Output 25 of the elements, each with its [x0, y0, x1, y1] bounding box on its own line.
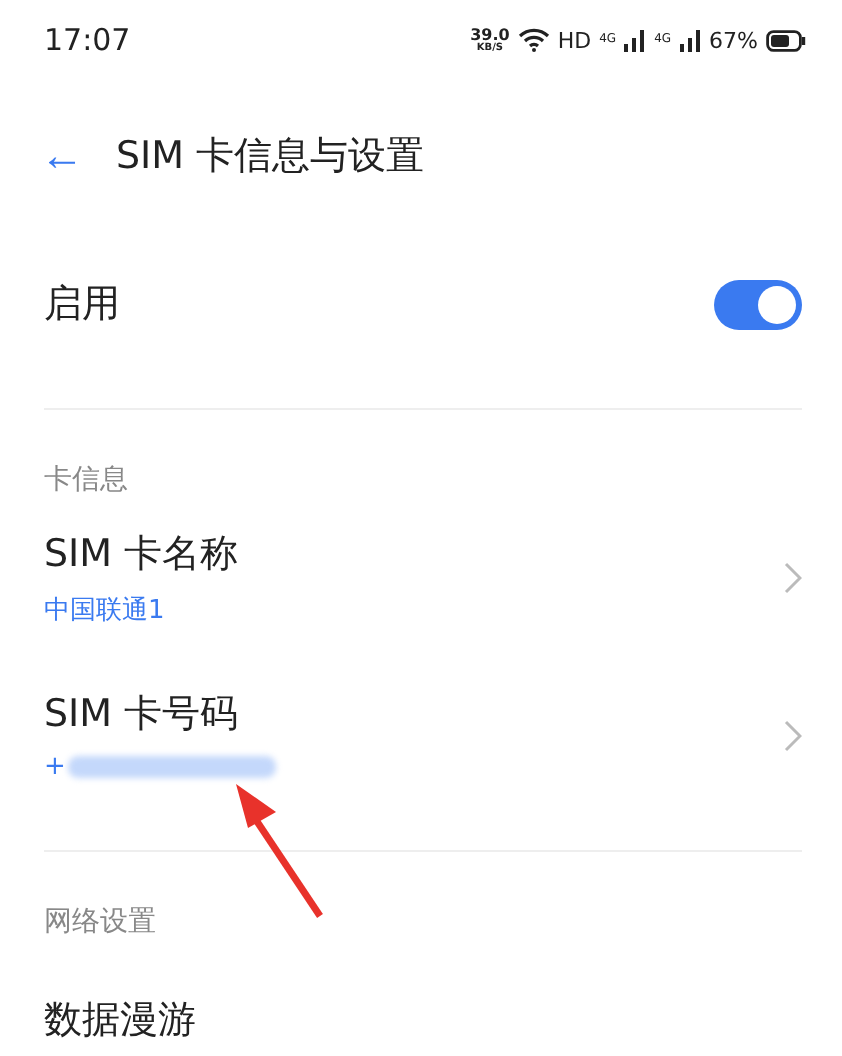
settings-item[interactable]: SIM 卡名称 中国联通1	[0, 498, 842, 656]
item-title: SIM 卡号码	[44, 690, 241, 740]
settings-item[interactable]: 数据漫游	[0, 940, 842, 1056]
signal-icon	[624, 29, 647, 51]
back-button[interactable]: ←	[40, 130, 84, 182]
wifi-icon	[517, 28, 550, 52]
network-speed: 39.0	[470, 27, 510, 43]
item-title: 数据漫游	[44, 995, 196, 1045]
item-subtitle: 中国联通1	[44, 593, 165, 627]
item-title: SIM 卡名称	[44, 529, 239, 579]
page-title: SIM 卡信息与设置	[116, 132, 425, 182]
signal-icon	[679, 29, 702, 51]
setting-label: 启用	[44, 280, 120, 330]
battery-icon	[766, 29, 806, 51]
enable-toggle[interactable]	[714, 279, 802, 329]
section-heading: 卡信息	[44, 462, 128, 498]
status-time: 17:07	[44, 22, 131, 58]
annotation-arrow	[236, 784, 323, 918]
item-subtitle: +	[44, 752, 66, 782]
battery-percent: 67%	[709, 27, 758, 53]
chevron-right-icon	[784, 719, 802, 751]
section-heading: 网络设置	[44, 904, 156, 940]
settings-item[interactable]: SIM 卡号码 +	[0, 656, 842, 814]
hd-label: HD	[557, 27, 592, 53]
chevron-right-icon	[784, 561, 802, 593]
